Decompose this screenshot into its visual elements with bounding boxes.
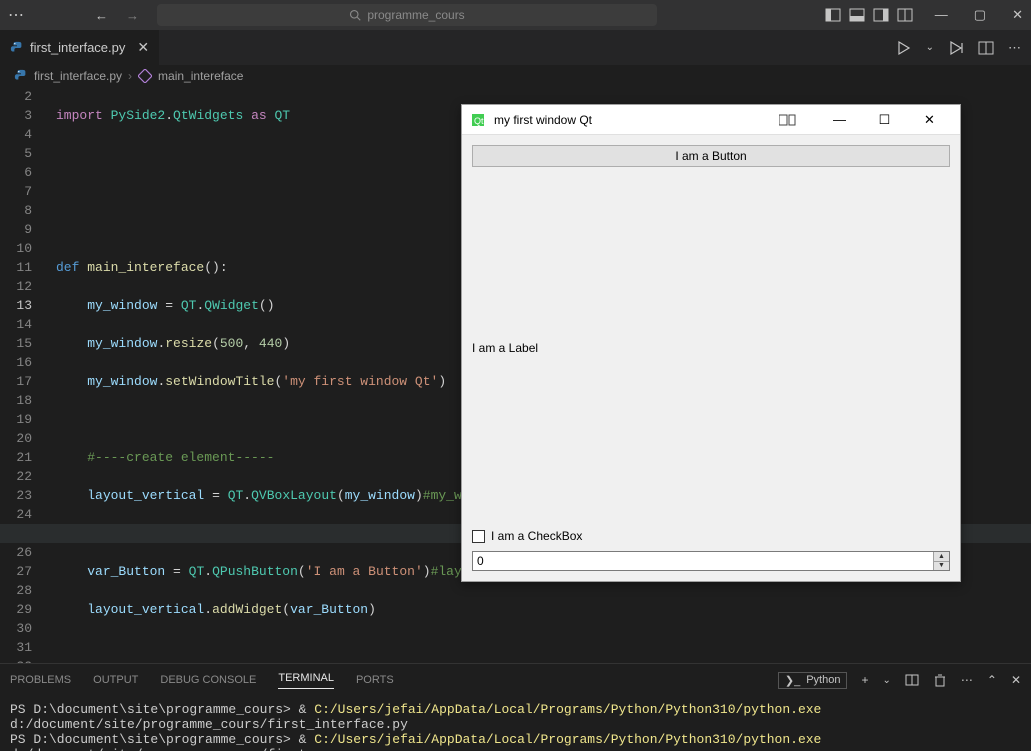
terminal-profile[interactable]: ❯_ Python bbox=[778, 672, 848, 689]
symbol-function-icon bbox=[138, 69, 152, 83]
breadcrumb-symbol: main_intereface bbox=[158, 69, 243, 83]
qt-checkbox[interactable]: I am a CheckBox bbox=[472, 529, 950, 543]
command-center-search[interactable]: programme_cours bbox=[157, 4, 657, 26]
editor-tab-bar: first_interface.py ✕ ⌄ ⋯ bbox=[0, 30, 1031, 65]
qt-label: I am a Label bbox=[472, 341, 950, 355]
tab-terminal[interactable]: TERMINAL bbox=[278, 672, 334, 689]
run-dropdown-icon[interactable]: ⌄ bbox=[926, 42, 934, 53]
qt-app-icon: Qt bbox=[470, 112, 486, 128]
nav-forward-icon[interactable]: → bbox=[126, 8, 139, 23]
kill-terminal-icon[interactable] bbox=[933, 673, 947, 687]
close-tab-icon[interactable]: ✕ bbox=[137, 39, 149, 56]
qt-window-title: my first window Qt bbox=[494, 113, 592, 127]
file-tab[interactable]: first_interface.py ✕ bbox=[0, 30, 160, 65]
qt-app-window: Qt my first window Qt — ☐ ✕ I am a Butto… bbox=[461, 104, 961, 582]
run-icon[interactable] bbox=[896, 40, 912, 56]
line-number-gutter: 2345678910111213141516171819202122232425… bbox=[0, 87, 40, 663]
close-panel-icon[interactable]: ✕ bbox=[1011, 673, 1021, 687]
svg-text:Qt: Qt bbox=[474, 116, 484, 126]
tab-ports[interactable]: PORTS bbox=[356, 674, 394, 686]
search-text: programme_cours bbox=[367, 8, 464, 22]
nav-back-icon[interactable]: ← bbox=[95, 8, 108, 23]
title-bar: ⋯ ← → programme_cours — ▢ ✕ bbox=[0, 0, 1031, 30]
search-icon bbox=[349, 9, 361, 21]
qt-maximize-icon[interactable]: ☐ bbox=[862, 112, 907, 128]
breadcrumb-file: first_interface.py bbox=[34, 69, 122, 83]
window-close-icon[interactable]: ✕ bbox=[1012, 7, 1023, 23]
app-menu-icon[interactable]: ⋯ bbox=[8, 5, 25, 25]
python-file-icon bbox=[10, 41, 24, 55]
python-file-icon bbox=[14, 69, 28, 83]
qt-spinbox[interactable]: 0 ▲ ▼ bbox=[472, 551, 950, 571]
window-maximize-icon[interactable]: ▢ bbox=[974, 7, 986, 23]
qt-devtools-icon[interactable] bbox=[779, 113, 797, 127]
new-terminal-icon[interactable]: + bbox=[861, 673, 868, 687]
qt-title-bar[interactable]: Qt my first window Qt — ☐ ✕ bbox=[462, 105, 960, 135]
debug-run-icon[interactable] bbox=[948, 40, 964, 56]
terminal-dropdown-icon[interactable]: ⌄ bbox=[882, 675, 890, 686]
split-editor-icon[interactable] bbox=[978, 40, 994, 56]
split-terminal-icon[interactable] bbox=[905, 673, 919, 687]
tab-output[interactable]: OUTPUT bbox=[93, 674, 138, 686]
layout-bottom-icon[interactable] bbox=[849, 7, 865, 23]
layout-right-icon[interactable] bbox=[873, 7, 889, 23]
layout-custom-icon[interactable] bbox=[897, 7, 913, 23]
tab-problems[interactable]: PROBLEMS bbox=[10, 674, 71, 686]
tab-debug-console[interactable]: DEBUG CONSOLE bbox=[160, 674, 256, 686]
panel-tab-bar: PROBLEMS OUTPUT DEBUG CONSOLE TERMINAL P… bbox=[0, 663, 1031, 696]
window-minimize-icon[interactable]: — bbox=[935, 7, 948, 23]
layout-left-icon[interactable] bbox=[825, 7, 841, 23]
terminal-output[interactable]: PS D:\document\site\programme_cours> & C… bbox=[0, 696, 1031, 751]
breadcrumb[interactable]: first_interface.py › main_intereface bbox=[0, 65, 1031, 87]
qt-spinbox-value[interactable]: 0 bbox=[473, 552, 933, 570]
checkbox-box-icon bbox=[472, 530, 485, 543]
terminal-prompt-icon: ❯_ bbox=[785, 674, 800, 687]
panel-more-icon[interactable]: ⋯ bbox=[961, 673, 973, 687]
qt-checkbox-label: I am a CheckBox bbox=[491, 529, 582, 543]
spinbox-up-icon[interactable]: ▲ bbox=[934, 552, 949, 562]
tab-filename: first_interface.py bbox=[30, 40, 125, 55]
qt-push-button[interactable]: I am a Button bbox=[472, 145, 950, 167]
qt-close-icon[interactable]: ✕ bbox=[907, 112, 952, 128]
qt-minimize-icon[interactable]: — bbox=[817, 112, 862, 127]
tab-more-icon[interactable]: ⋯ bbox=[1008, 40, 1021, 56]
maximize-panel-icon[interactable]: ⌃ bbox=[987, 673, 997, 687]
spinbox-down-icon[interactable]: ▼ bbox=[934, 562, 949, 571]
chevron-right-icon: › bbox=[128, 69, 132, 83]
